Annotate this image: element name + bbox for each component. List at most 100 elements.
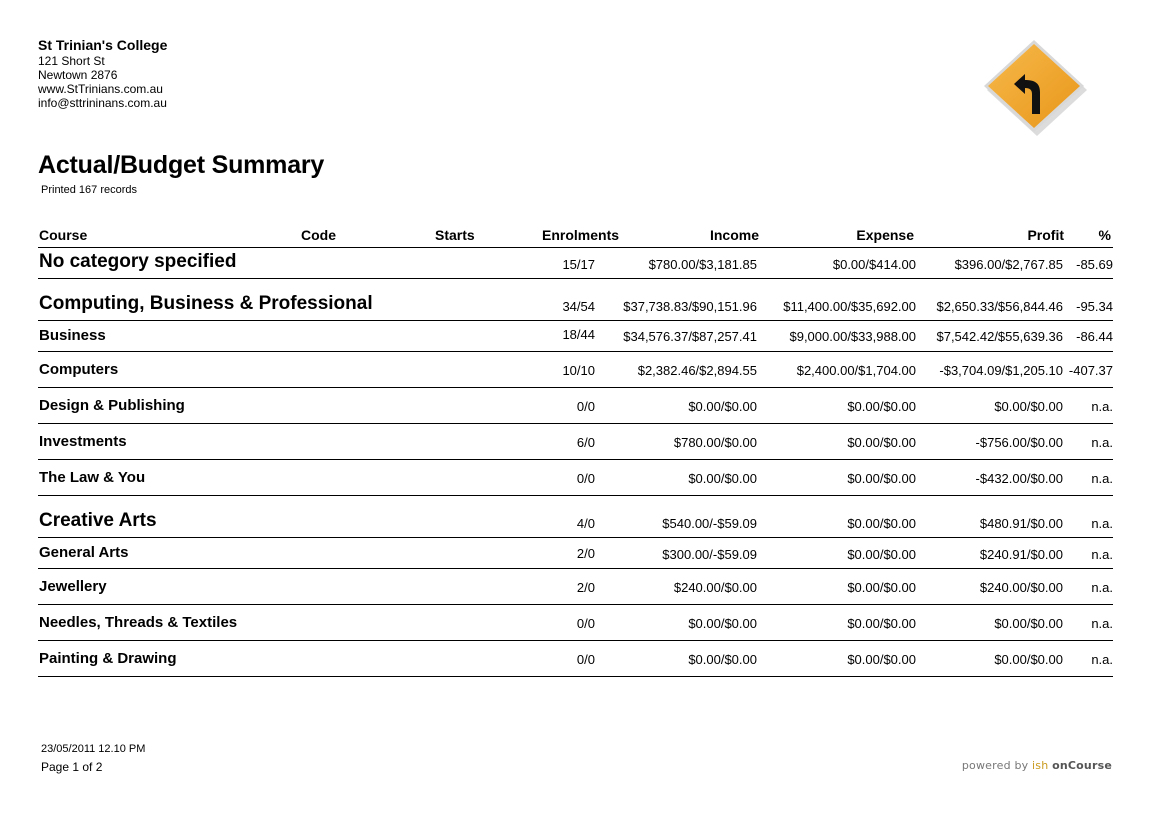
row-profit: $0.00/$0.00 xyxy=(994,616,1063,631)
row-income: $2,382.46/$2,894.55 xyxy=(637,363,757,378)
powered-ish: ish xyxy=(1032,759,1049,772)
row-income: $0.00/$0.00 xyxy=(688,399,757,414)
row-expense: $0.00/$414.00 xyxy=(832,257,916,272)
row-income: $34,576.37/$87,257.41 xyxy=(623,329,757,344)
col-course: Course xyxy=(39,227,88,243)
row-profit: $480.91/$0.00 xyxy=(979,516,1063,531)
row-percent: -86.44 xyxy=(1076,329,1113,344)
row-expense: $0.00/$0.00 xyxy=(847,471,916,486)
col-percent: % xyxy=(1098,227,1111,243)
row-name: Needles, Threads & Textiles xyxy=(39,614,238,631)
row-profit: $240.00/$0.00 xyxy=(979,580,1063,595)
col-expense: Expense xyxy=(856,227,914,243)
row-income: $540.00/-$59.09 xyxy=(662,516,757,531)
row-enrolments: 0/0 xyxy=(576,616,595,631)
row-enrolments: 10/10 xyxy=(562,363,595,378)
organisation-block: St Trinian's College 121 Short St Newtow… xyxy=(38,36,167,110)
address-line-2: Newtown 2876 xyxy=(38,68,118,82)
row-name: Creative Arts xyxy=(39,510,157,531)
col-code: Code xyxy=(301,227,336,243)
powered-product: onCourse xyxy=(1052,759,1112,772)
row-expense: $0.00/$0.00 xyxy=(847,399,916,414)
row-name: Investments xyxy=(39,433,127,450)
row-enrolments: 15/17 xyxy=(562,257,595,272)
row-income: $0.00/$0.00 xyxy=(688,652,757,667)
powered-prefix: powered by xyxy=(961,759,1029,772)
row-enrolments: 2/0 xyxy=(576,580,595,595)
report-subtitle: Printed 167 records xyxy=(41,184,137,196)
row-enrolments: 34/54 xyxy=(562,299,595,314)
row-expense: $0.00/$0.00 xyxy=(847,516,916,531)
row-profit: -$432.00/$0.00 xyxy=(975,471,1063,486)
subcategory-row: Painting & Drawing 0/0 $0.00/$0.00 $0.00… xyxy=(38,641,1113,677)
row-enrolments: 0/0 xyxy=(576,652,595,667)
row-enrolments: 0/0 xyxy=(576,399,595,414)
subcategory-row: Design & Publishing 0/0 $0.00/$0.00 $0.0… xyxy=(38,388,1113,424)
category-row: Creative Arts 4/0 $540.00/-$59.09 $0.00/… xyxy=(38,507,1113,538)
row-income: $37,738.83/$90,151.96 xyxy=(623,299,757,314)
row-enrolments: 18/44 xyxy=(562,327,595,342)
row-profit: -$3,704.09/$1,205.10 xyxy=(939,363,1063,378)
subcategory-row: Business 18/44 $34,576.37/$87,257.41 $9,… xyxy=(38,321,1113,352)
row-expense: $0.00/$0.00 xyxy=(847,547,916,562)
row-enrolments: 4/0 xyxy=(576,516,595,531)
row-percent: n.a. xyxy=(1091,471,1113,486)
row-expense: $0.00/$0.00 xyxy=(847,616,916,631)
row-profit: $240.91/$0.00 xyxy=(979,547,1063,562)
row-percent: n.a. xyxy=(1091,547,1113,562)
subcategory-row: Investments 6/0 $780.00/$0.00 $0.00/$0.0… xyxy=(38,424,1113,460)
row-percent: -95.34 xyxy=(1076,299,1113,314)
row-percent: -85.69 xyxy=(1076,257,1113,272)
subcategory-row: The Law & You 0/0 $0.00/$0.00 $0.00/$0.0… xyxy=(38,460,1113,496)
row-percent: n.a. xyxy=(1091,580,1113,595)
row-profit: $2,650.33/$56,844.46 xyxy=(936,299,1063,314)
category-row: Computing, Business & Professional 34/54… xyxy=(38,290,1113,321)
row-percent: n.a. xyxy=(1091,399,1113,414)
row-percent: -407.37 xyxy=(1068,363,1113,378)
row-name: Jewellery xyxy=(39,578,107,595)
row-expense: $11,400.00/$35,692.00 xyxy=(783,299,916,314)
subcategory-row: Needles, Threads & Textiles 0/0 $0.00/$0… xyxy=(38,605,1113,641)
row-income: $0.00/$0.00 xyxy=(688,616,757,631)
subcategory-row: Computers 10/10 $2,382.46/$2,894.55 $2,4… xyxy=(38,352,1113,388)
row-name: Computing, Business & Professional xyxy=(39,293,373,314)
row-enrolments: 6/0 xyxy=(576,435,595,450)
row-profit: $0.00/$0.00 xyxy=(994,652,1063,667)
row-name: Business xyxy=(39,327,106,344)
row-profit: $7,542.42/$55,639.36 xyxy=(936,329,1063,344)
table-header: Course Code Starts Enrolments Income Exp… xyxy=(38,225,1113,248)
powered-by: powered by ish onCourse xyxy=(962,759,1112,772)
subcategory-row: General Arts 2/0 $300.00/-$59.09 $0.00/$… xyxy=(38,538,1113,569)
row-income: $300.00/-$59.09 xyxy=(662,547,757,562)
row-enrolments: 0/0 xyxy=(576,471,595,486)
row-income: $0.00/$0.00 xyxy=(688,471,757,486)
row-name: General Arts xyxy=(39,544,129,561)
row-income: $240.00/$0.00 xyxy=(673,580,757,595)
row-expense: $2,400.00/$1,704.00 xyxy=(796,363,916,378)
email: info@sttrininans.com.au xyxy=(38,96,167,110)
row-name: Design & Publishing xyxy=(39,397,185,414)
address-line-1: 121 Short St xyxy=(38,54,105,68)
row-expense: $0.00/$0.00 xyxy=(847,580,916,595)
col-income: Income xyxy=(709,227,759,243)
printed-timestamp: 23/05/2011 12.10 PM xyxy=(41,743,146,755)
road-sign-curve-left-icon xyxy=(978,38,1088,138)
row-percent: n.a. xyxy=(1091,652,1113,667)
organisation-name: St Trinian's College xyxy=(38,37,168,53)
col-profit: Profit xyxy=(1027,227,1064,243)
report-title: Actual/Budget Summary xyxy=(38,151,325,179)
category-row: No category specified 15/17 $780.00/$3,1… xyxy=(38,248,1113,279)
row-name: Computers xyxy=(39,361,119,378)
col-enrolments: Enrolments xyxy=(542,227,620,243)
row-percent: n.a. xyxy=(1091,616,1113,631)
row-name: No category specified xyxy=(39,251,237,272)
row-enrolments: 2/0 xyxy=(576,546,595,561)
row-income: $780.00/$0.00 xyxy=(673,435,757,450)
row-profit: $396.00/$2,767.85 xyxy=(954,257,1063,272)
row-expense: $9,000.00/$33,988.00 xyxy=(789,329,916,344)
row-name: Painting & Drawing xyxy=(39,650,177,667)
row-expense: $0.00/$0.00 xyxy=(847,435,916,450)
row-income: $780.00/$3,181.85 xyxy=(648,257,757,272)
row-percent: n.a. xyxy=(1091,516,1113,531)
website: www.StTrinians.com.au xyxy=(38,82,163,96)
